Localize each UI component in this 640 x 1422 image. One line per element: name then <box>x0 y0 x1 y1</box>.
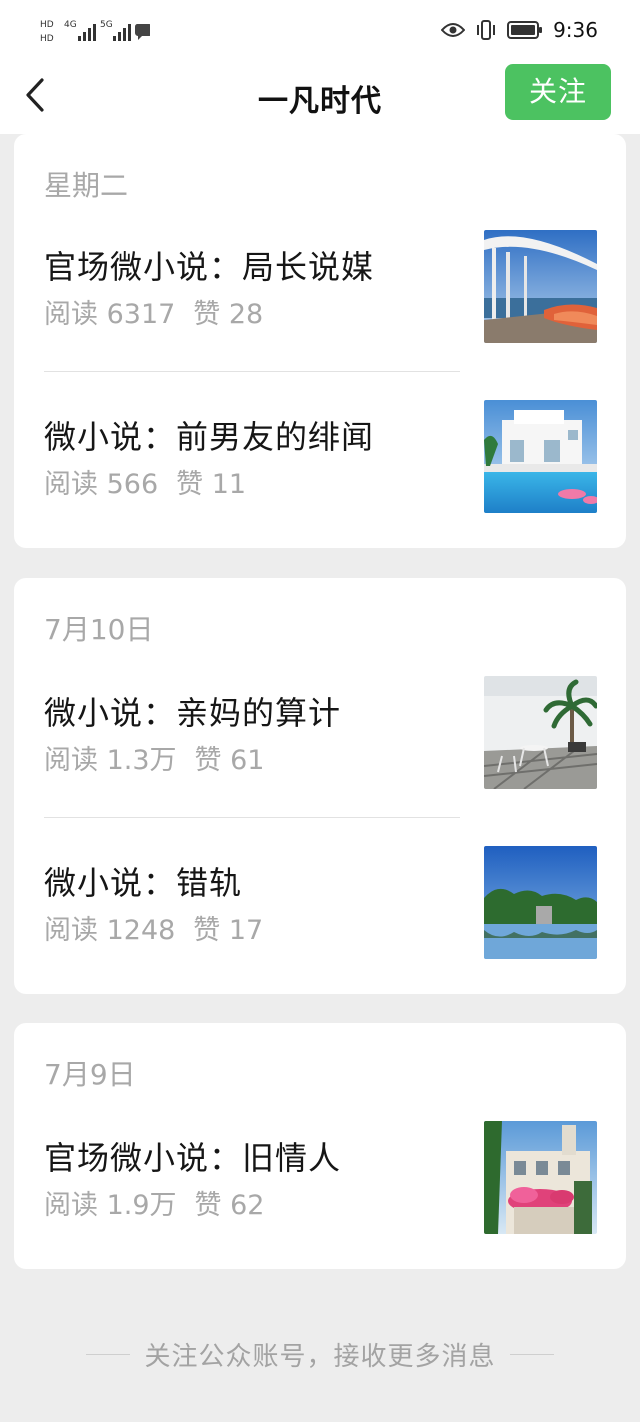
like-count: 赞 62 <box>194 1190 265 1221</box>
svg-text:5G: 5G <box>100 20 113 30</box>
article-stats: 阅读 1248 赞 17 <box>44 908 263 947</box>
footer-divider-right <box>509 1353 554 1355</box>
article-title: 官场微小说：局长说媒 <box>44 248 375 286</box>
svg-text:HD: HD <box>40 34 54 44</box>
group-date: 7月10日 <box>44 613 154 646</box>
read-count: 阅读 1.9万 <box>44 1190 177 1221</box>
article-thumbnail <box>484 400 597 513</box>
status-bar: HD HD 4G 5G 9:36 <box>0 0 640 60</box>
article-group-card: 星期二 官场微小说：局长说媒 阅读 6317 赞 28 微小说：前男友的绯闻 阅… <box>14 134 626 548</box>
footer-hint: 关注公众账号，接收更多消息 <box>0 1334 640 1374</box>
battery-icon <box>507 21 543 39</box>
status-right: 9:36 <box>441 16 598 44</box>
article-group-card: 7月10日 微小说：亲妈的算计 阅读 1.3万 赞 61 微小说：错轨 阅读 1… <box>14 578 626 994</box>
group-date: 7月9日 <box>44 1058 136 1091</box>
svg-text:HD: HD <box>40 20 54 30</box>
like-count: 赞 61 <box>194 745 265 776</box>
footer-text: 关注公众账号，接收更多消息 <box>144 1341 496 1372</box>
mansion-flowers-image <box>484 1121 597 1234</box>
cellular-signal-icon: HD HD 4G 5G <box>40 20 150 44</box>
like-count: 赞 28 <box>193 299 264 330</box>
status-left: HD HD 4G 5G <box>40 16 150 44</box>
footer-divider-left <box>86 1353 131 1355</box>
article-item[interactable]: 官场微小说：局长说媒 阅读 6317 赞 28 <box>14 228 626 368</box>
terrace-palm-image <box>484 676 597 789</box>
pavilion-image <box>484 230 597 343</box>
read-count: 阅读 6317 <box>44 299 176 330</box>
villa-pool-image <box>484 400 597 513</box>
article-item[interactable]: 官场微小说：旧情人 阅读 1.9万 赞 62 <box>14 1119 626 1259</box>
read-count: 阅读 1248 <box>44 915 176 946</box>
article-group-card: 7月9日 官场微小说：旧情人 阅读 1.9万 赞 62 <box>14 1023 626 1269</box>
svg-text:4G: 4G <box>64 20 77 30</box>
article-thumbnail <box>484 676 597 789</box>
vibrate-icon <box>477 20 496 40</box>
divider <box>44 817 460 818</box>
article-stats: 阅读 6317 赞 28 <box>44 292 263 331</box>
article-stats: 阅读 1.3万 赞 61 <box>44 738 264 777</box>
follow-button[interactable]: 关注 <box>505 64 611 120</box>
article-thumbnail <box>484 846 597 959</box>
article-title: 微小说：前男友的绯闻 <box>44 418 375 456</box>
like-count: 赞 17 <box>193 915 264 946</box>
article-title: 官场微小说：旧情人 <box>44 1139 342 1177</box>
article-item[interactable]: 微小说：错轨 阅读 1248 赞 17 <box>14 844 626 984</box>
article-title: 微小说：错轨 <box>44 864 243 902</box>
group-date: 星期二 <box>44 169 129 202</box>
article-item[interactable]: 微小说：亲妈的算计 阅读 1.3万 赞 61 <box>14 674 626 814</box>
article-stats: 阅读 1.9万 赞 62 <box>44 1183 264 1222</box>
article-thumbnail <box>484 230 597 343</box>
article-item[interactable]: 微小说：前男友的绯闻 阅读 566 赞 11 <box>14 398 626 538</box>
divider <box>44 371 460 372</box>
read-count: 阅读 1.3万 <box>44 745 177 776</box>
article-thumbnail <box>484 1121 597 1234</box>
status-time: 9:36 <box>553 18 598 42</box>
read-count: 阅读 566 <box>44 469 159 500</box>
article-stats: 阅读 566 赞 11 <box>44 462 246 501</box>
like-count: 赞 11 <box>176 469 247 500</box>
eye-icon <box>441 23 466 37</box>
lake-garden-image <box>484 846 597 959</box>
article-title: 微小说：亲妈的算计 <box>44 694 342 732</box>
nav-bar: 一凡时代 关注 <box>0 60 640 134</box>
